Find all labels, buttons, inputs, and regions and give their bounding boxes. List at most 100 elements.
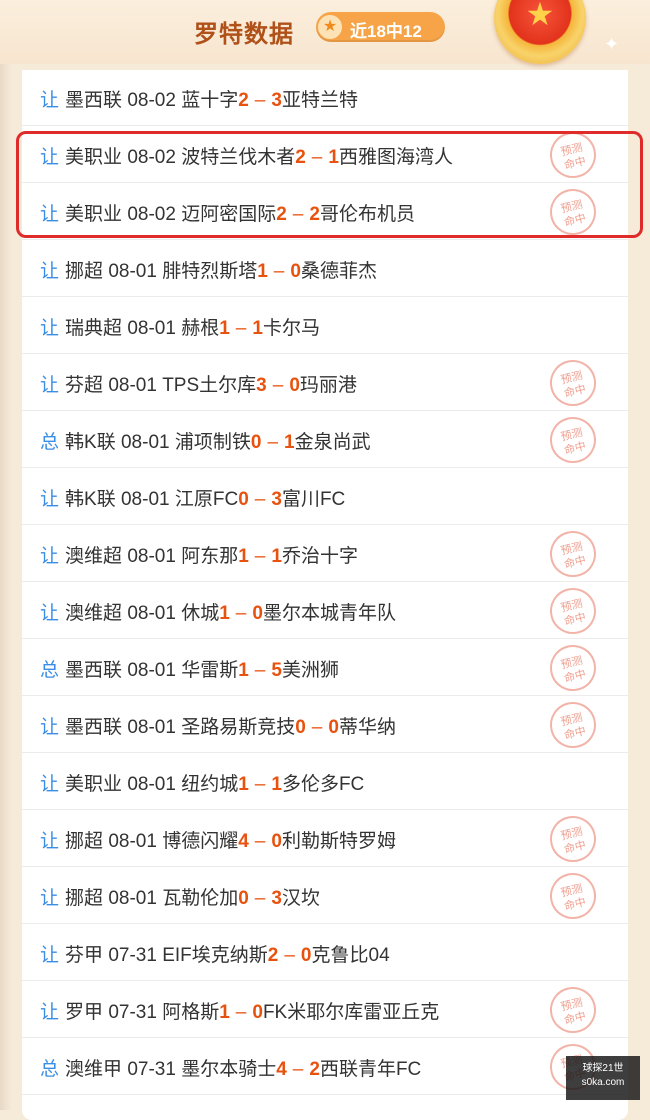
watermark-line2: s0ka.com	[581, 1077, 625, 1088]
match-row[interactable]: 让美职业 08-02 迈阿密国际2–2哥伦布机员	[22, 184, 628, 240]
match-date: 08-01	[108, 888, 157, 909]
match-text: 让墨西联 08-01 圣路易斯竞技0–0蒂华纳	[40, 712, 396, 739]
home-score: 2	[267, 945, 279, 966]
match-row[interactable]: 让美职业 08-02 波特兰伐木者2–1西雅图海湾人	[22, 127, 628, 183]
away-score: 1	[252, 318, 263, 339]
match-date: 08-01	[127, 660, 176, 681]
away-team: 蒂华纳	[338, 717, 396, 738]
match-row[interactable]: 让澳维超 08-01 休城1–0墨尔本城青年队	[22, 583, 628, 639]
league: 墨西联	[65, 717, 123, 738]
match-date: 08-01	[127, 603, 176, 624]
league: 美职业	[65, 204, 123, 225]
away-team: 玛丽港	[299, 375, 357, 396]
star-icon: ★	[318, 15, 342, 39]
medal-star-icon: ★	[525, 0, 555, 32]
match-text: 让挪超 08-01 博德闪耀4–0利勒斯特罗姆	[40, 826, 396, 853]
match-date: 08-02	[127, 147, 176, 168]
home-team: 瓦勒伦加	[162, 888, 239, 909]
home-score: 0	[250, 432, 262, 453]
watermark: 球探21世 s0ka.com	[566, 1056, 640, 1100]
away-team: 亚特兰特	[281, 90, 358, 111]
home-team: 波特兰伐木者	[181, 147, 296, 168]
league: 罗甲	[65, 1002, 104, 1023]
away-score: 1	[328, 147, 339, 168]
hit-rate-label: 近18中12	[350, 22, 422, 41]
match-date: 08-01	[108, 831, 157, 852]
bet-type: 让	[40, 831, 60, 852]
match-row[interactable]: 总墨西联 08-01 华雷斯1–5美洲狮	[22, 640, 628, 696]
league: 墨西联	[65, 90, 123, 111]
match-row[interactable]: 让芬超 08-01 TPS土尔库3–0玛丽港	[22, 355, 628, 411]
home-score: 1	[219, 318, 230, 339]
match-row[interactable]: 让墨西联 08-01 圣路易斯竞技0–0蒂华纳	[22, 697, 628, 753]
home-team: 蓝十字	[181, 90, 239, 111]
score-separator: –	[254, 660, 266, 681]
match-row[interactable]: 让挪超 08-01 瓦勒伦加0–3汉坎	[22, 868, 628, 924]
match-row[interactable]: 总澳维甲 07-31 墨尔本骑士4–2西联青年FC	[22, 1039, 628, 1095]
score-separator: –	[254, 888, 266, 909]
away-score: 1	[271, 546, 282, 567]
home-team: 博德闪耀	[162, 831, 239, 852]
home-team: 迈阿密国际	[181, 204, 277, 225]
home-score: 2	[295, 147, 306, 168]
match-row[interactable]: 让美职业 08-01 纽约城1–1多伦多FC	[22, 754, 628, 810]
home-score: 0	[238, 489, 249, 510]
match-text: 让罗甲 07-31 阿格斯1–0FK米耶尔库雷亚丘克	[40, 997, 439, 1024]
match-text: 让澳维超 08-01 休城1–0墨尔本城青年队	[40, 598, 396, 625]
away-score: 3	[271, 888, 282, 909]
bet-type: 让	[40, 147, 60, 168]
match-text: 总澳维甲 07-31 墨尔本骑士4–2西联青年FC	[40, 1054, 421, 1081]
away-score: 2	[309, 1059, 320, 1080]
match-date: 08-01	[108, 375, 157, 396]
league: 芬甲	[65, 945, 104, 966]
away-score: 1	[271, 774, 282, 795]
score-separator: –	[273, 261, 285, 282]
league: 挪超	[65, 831, 104, 852]
league: 韩K联	[65, 489, 116, 510]
away-team: 墨尔本城青年队	[262, 603, 396, 624]
bet-type: 让	[40, 603, 60, 624]
league: 澳维超	[65, 603, 123, 624]
match-row[interactable]: 让挪超 08-01 腓特烈斯塔1–0桑德菲杰	[22, 241, 628, 297]
home-score: 1	[257, 261, 268, 282]
match-row[interactable]: 让墨西联 08-02 蓝十字2–3亚特兰特	[22, 70, 628, 126]
away-team: FK米耶尔库雷亚丘克	[262, 1002, 440, 1023]
match-row[interactable]: 让罗甲 07-31 阿格斯1–0FK米耶尔库雷亚丘克	[22, 982, 628, 1038]
match-text: 总韩K联 08-01 浦项制铁0–1金泉尚武	[40, 427, 371, 454]
match-row[interactable]: 让挪超 08-01 博德闪耀4–0利勒斯特罗姆	[22, 811, 628, 867]
match-row[interactable]: 让澳维超 08-01 阿东那1–1乔治十字	[22, 526, 628, 582]
home-score: 2	[276, 204, 287, 225]
away-score: 0	[328, 717, 339, 738]
match-date: 08-01	[127, 318, 176, 339]
match-text: 让澳维超 08-01 阿东那1–1乔治十字	[40, 541, 358, 568]
home-score: 4	[276, 1059, 287, 1080]
score-separator: –	[272, 375, 284, 396]
match-row[interactable]: 让韩K联 08-01 江原FC0–3富川FC	[22, 469, 628, 525]
home-score: 1	[238, 546, 249, 567]
header: 罗特数据 ★ 近18中12 ★ ✦	[0, 0, 650, 64]
bet-type: 让	[40, 375, 60, 396]
league: 挪超	[65, 261, 104, 282]
match-date: 08-01	[127, 774, 176, 795]
match-text: 让芬甲 07-31 EIF埃克纳斯2–0克鲁比04	[40, 940, 390, 967]
score-separator: –	[254, 831, 266, 852]
match-row[interactable]: 让芬甲 07-31 EIF埃克纳斯2–0克鲁比04	[22, 925, 628, 981]
bet-type: 总	[40, 432, 60, 453]
home-score: 2	[238, 90, 249, 111]
match-row[interactable]: 总韩K联 08-01 浦项制铁0–1金泉尚武	[22, 412, 628, 468]
away-team: 克鲁比04	[311, 945, 390, 966]
match-date: 08-01	[120, 432, 170, 453]
score-separator: –	[311, 717, 323, 738]
match-text: 让芬超 08-01 TPS土尔库3–0玛丽港	[40, 370, 357, 397]
league: 挪超	[65, 888, 104, 909]
match-text: 总墨西联 08-01 华雷斯1–5美洲狮	[40, 655, 339, 682]
bet-type: 让	[40, 1002, 60, 1023]
match-date: 08-02	[127, 204, 176, 225]
bet-type: 总	[40, 1059, 60, 1080]
score-separator: –	[311, 147, 323, 168]
away-score: 0	[300, 945, 312, 966]
bet-type: 总	[40, 660, 60, 681]
match-row[interactable]: 让瑞典超 08-01 赫根1–1卡尔马	[22, 298, 628, 354]
away-score: 0	[252, 603, 263, 624]
home-team: 江原FC	[174, 489, 239, 510]
